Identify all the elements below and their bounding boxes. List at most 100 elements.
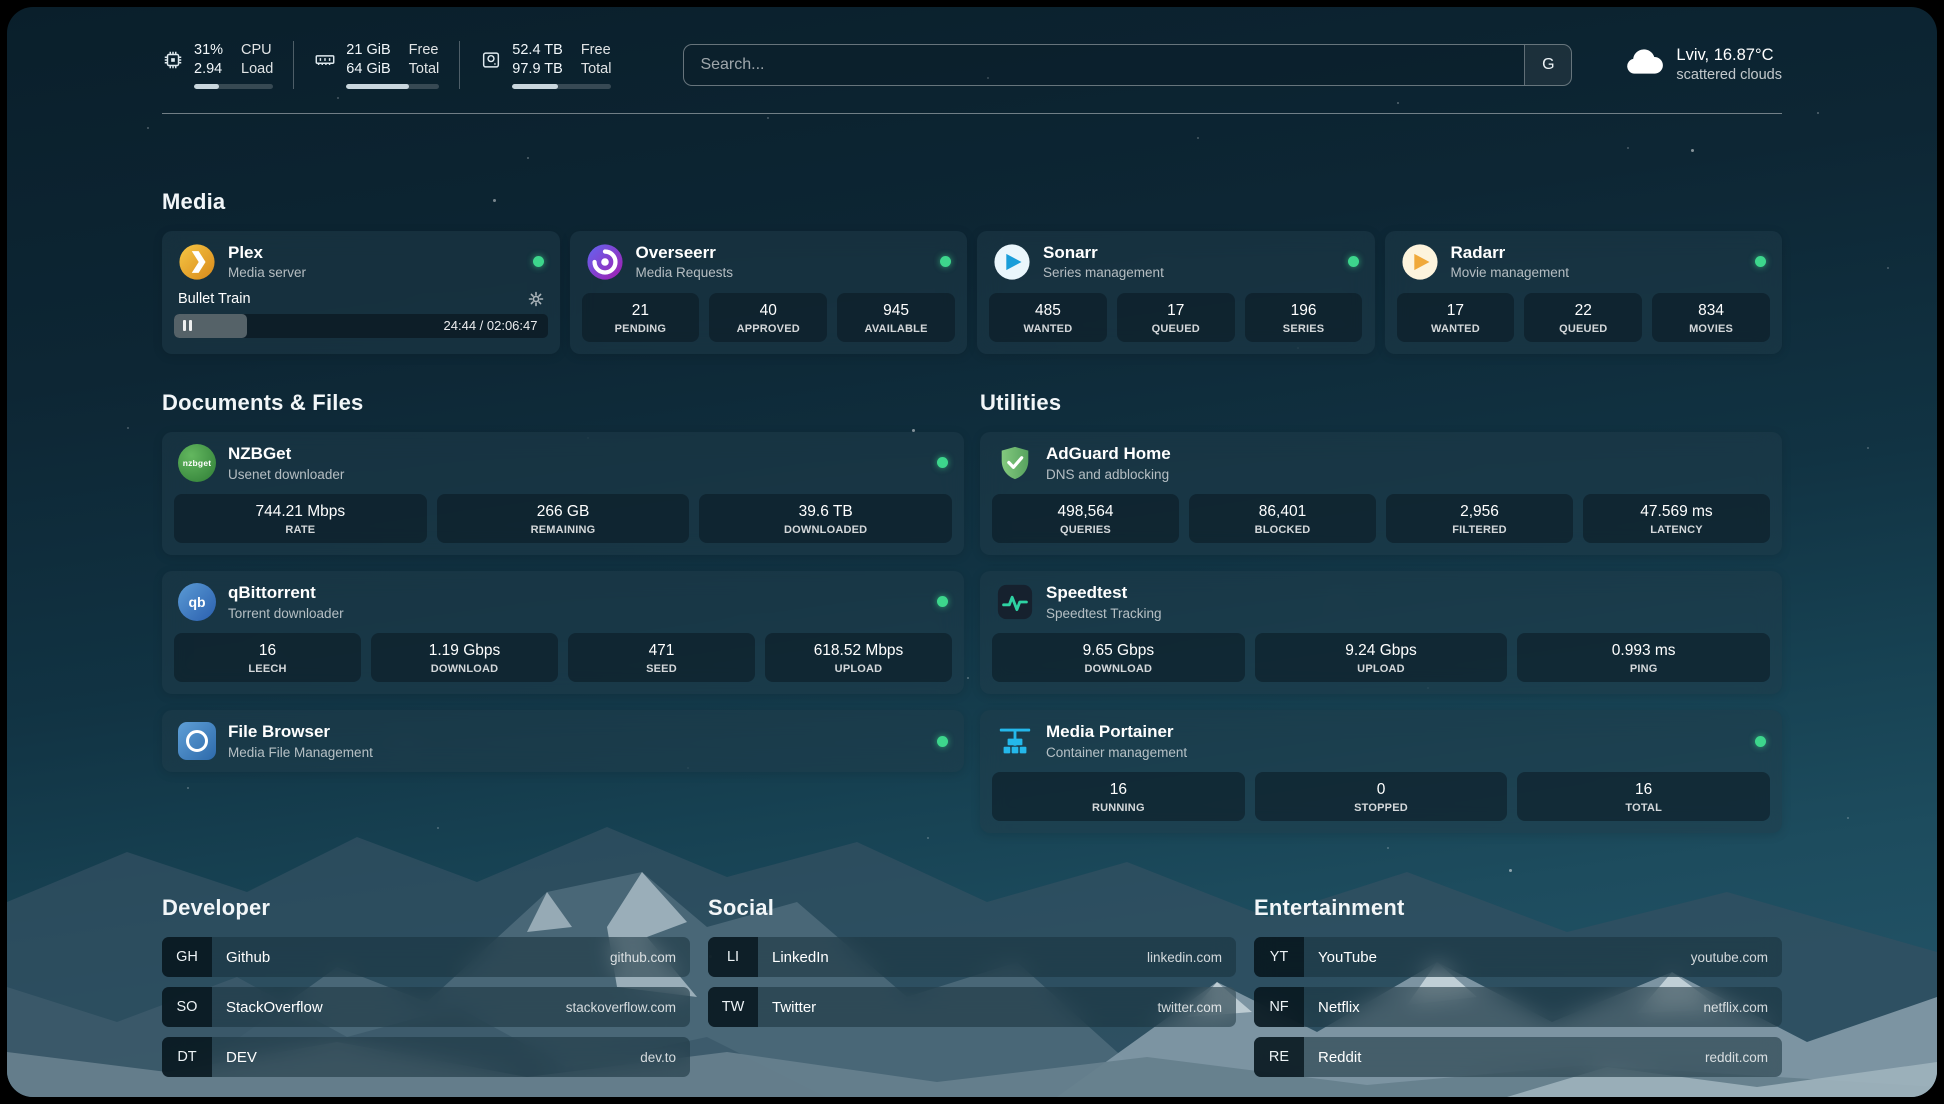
snow-particles-bright (7, 7, 10, 10)
memory-total-value: 64 GiB (346, 60, 390, 79)
qbittorrent-icon-text: qb (188, 594, 205, 610)
section-title-social: Social (708, 895, 1236, 921)
bookmark-linkedin[interactable]: LI LinkedIn linkedin.com (708, 937, 1236, 977)
bookmark-reddit[interactable]: RE Reddit reddit.com (1254, 1037, 1782, 1077)
stat-value: 196 (1249, 301, 1359, 321)
service-desc: Media Requests (636, 265, 734, 280)
bookmark-url: youtube.com (1691, 950, 1768, 965)
bookmark-abbr: DT (162, 1037, 212, 1077)
header-divider (162, 113, 1782, 114)
status-dot (1755, 736, 1766, 747)
stat-value: 17 (1121, 301, 1231, 321)
stat-value: 0 (1259, 780, 1504, 800)
bookmark-name: Reddit (1318, 1049, 1361, 1066)
cpu-progress-bar (194, 84, 273, 89)
stat-value: 498,564 (996, 502, 1175, 522)
stat-remaining: 266 GB REMAINING (437, 494, 690, 543)
top-bar: 31% 2.94 CPU Load (162, 41, 1782, 89)
service-name: AdGuard Home (1046, 444, 1171, 464)
service-desc: Movie management (1451, 265, 1570, 280)
stat-value: 471 (572, 641, 751, 661)
disk-total-value: 97.9 TB (512, 60, 563, 79)
stat-label: WANTED (993, 323, 1103, 335)
stat-leech: 16 LEECH (174, 633, 361, 682)
qbittorrent-header-link[interactable]: qb qBittorrent Torrent downloader (162, 571, 964, 633)
stat-label: AVAILABLE (841, 323, 951, 335)
service-card-radarr: Radarr Movie management 17 WANTED 22 QUE… (1385, 231, 1783, 354)
bookmark-abbr: TW (708, 987, 758, 1027)
filebrowser-header-link[interactable]: File Browser Media File Management (162, 710, 964, 772)
cpu-load-label: Load (241, 60, 273, 79)
service-desc: DNS and adblocking (1046, 467, 1171, 482)
portainer-icon (996, 722, 1034, 760)
stat-value: 485 (993, 301, 1103, 321)
bookmark-abbr: GH (162, 937, 212, 977)
stat-seed: 471 SEED (568, 633, 755, 682)
stat-value: 17 (1401, 301, 1511, 321)
cpu-icon (162, 49, 184, 71)
overseerr-header-link[interactable]: Overseerr Media Requests (570, 231, 968, 293)
memory-icon (314, 49, 336, 71)
stat-wanted: 17 WANTED (1397, 293, 1515, 342)
bookmark-abbr: NF (1254, 987, 1304, 1027)
stat-label: REMAINING (441, 524, 686, 536)
bookmark-dev[interactable]: DT DEV dev.to (162, 1037, 690, 1077)
stat-label: UPLOAD (769, 663, 948, 675)
pause-icon[interactable] (183, 320, 192, 331)
gear-icon[interactable] (528, 291, 544, 307)
bookmark-stackoverflow[interactable]: SO StackOverflow stackoverflow.com (162, 987, 690, 1027)
overseerr-icon (586, 243, 624, 281)
stat-label: DOWNLOAD (996, 663, 1241, 675)
memory-free-value: 21 GiB (346, 41, 390, 60)
stat-value: 40 (713, 301, 823, 321)
stat-value: 1.19 Gbps (375, 641, 554, 661)
stat-running: 16 RUNNING (992, 772, 1245, 821)
utilities-section: Utilities AdGuard (980, 390, 1782, 833)
bookmark-twitter[interactable]: TW Twitter twitter.com (708, 987, 1236, 1027)
stat-label: STOPPED (1259, 802, 1504, 814)
section-title-entertainment: Entertainment (1254, 895, 1782, 921)
bookmark-name: Netflix (1318, 999, 1360, 1016)
cpu-widget: 31% 2.94 CPU Load (162, 41, 293, 89)
stat-value: 16 (1521, 780, 1766, 800)
bookmark-youtube[interactable]: YT YouTube youtube.com (1254, 937, 1782, 977)
stat-value: 16 (178, 641, 357, 661)
qbittorrent-icon: qb (178, 583, 216, 621)
nzbget-header-link[interactable]: nzbget NZBGet Usenet downloader (162, 432, 964, 494)
bookmark-url: github.com (610, 950, 676, 965)
stat-download: 9.65 Gbps DOWNLOAD (992, 633, 1245, 682)
plex-header-link[interactable]: Plex Media server (162, 231, 560, 293)
stat-value: 618.52 Mbps (769, 641, 948, 661)
adguard-header-link[interactable]: AdGuard Home DNS and adblocking (980, 432, 1782, 494)
system-widgets: 31% 2.94 CPU Load (162, 41, 631, 89)
stat-label: PING (1521, 663, 1766, 675)
sonarr-header-link[interactable]: Sonarr Series management (977, 231, 1375, 293)
now-playing-row: Bullet Train (162, 291, 560, 314)
dashboard-screen: 31% 2.94 CPU Load (7, 7, 1937, 1097)
speedtest-icon (996, 583, 1034, 621)
memory-widget: 21 GiB 64 GiB Free Total (293, 41, 459, 89)
stat-label: LATENCY (1587, 524, 1766, 536)
service-desc: Usenet downloader (228, 467, 344, 482)
search-provider-button[interactable]: G (1524, 45, 1571, 85)
stat-queued: 17 QUEUED (1117, 293, 1235, 342)
nzbget-icon-text: nzbget (183, 458, 212, 468)
plex-player-bar[interactable]: 24:44 / 02:06:47 (174, 314, 548, 338)
service-desc: Series management (1043, 265, 1164, 280)
bookmark-netflix[interactable]: NF Netflix netflix.com (1254, 987, 1782, 1027)
disk-icon (480, 49, 502, 71)
speedtest-header-link[interactable]: Speedtest Speedtest Tracking (980, 571, 1782, 633)
stat-filtered: 2,956 FILTERED (1386, 494, 1573, 543)
service-name: Plex (228, 243, 306, 263)
service-name: Speedtest (1046, 583, 1162, 603)
service-desc: Torrent downloader (228, 606, 344, 621)
stat-blocked: 86,401 BLOCKED (1189, 494, 1376, 543)
portainer-header-link[interactable]: Media Portainer Container management (980, 710, 1782, 772)
stat-label: DOWNLOAD (375, 663, 554, 675)
service-name: Overseerr (636, 243, 734, 263)
bookmark-github[interactable]: GH Github github.com (162, 937, 690, 977)
now-playing-title: Bullet Train (178, 291, 528, 307)
radarr-header-link[interactable]: Radarr Movie management (1385, 231, 1783, 293)
search-input[interactable] (683, 44, 1572, 86)
social-bookmarks: Social LI LinkedIn linkedin.com TW Twitt… (708, 895, 1236, 1087)
